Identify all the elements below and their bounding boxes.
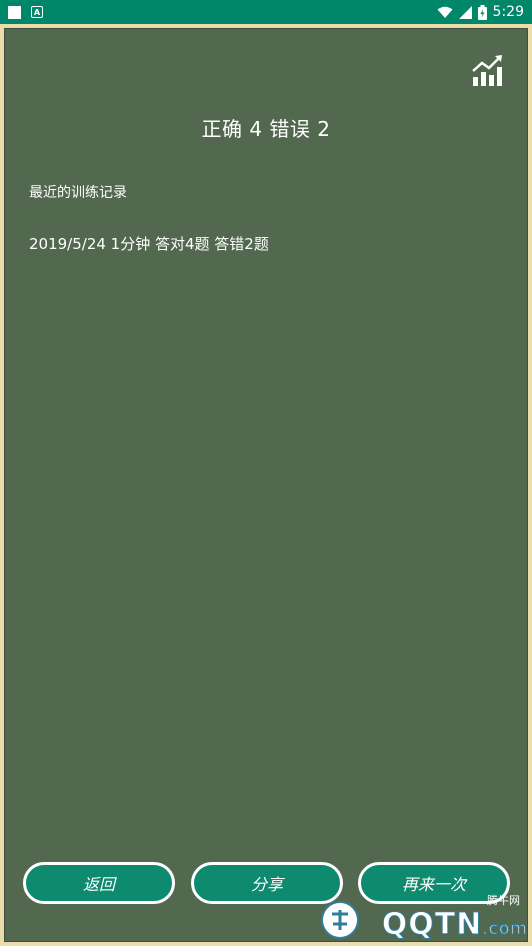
status-bar: A 5:29: [0, 0, 532, 24]
back-button[interactable]: 返回: [23, 862, 175, 904]
watermark-brand-text: QQTN: [381, 907, 483, 943]
chalkboard: 正确 4 错误 2 最近的训练记录 2019/5/24 1分钟 答对4题 答错2…: [4, 28, 528, 942]
watermark: 腾牛网 QQTN.com: [318, 892, 528, 943]
status-time: 5:29: [492, 4, 524, 20]
stats-chart-icon[interactable]: [471, 53, 505, 87]
watermark-cn: 腾牛网: [487, 894, 520, 907]
signal-icon: [458, 5, 472, 19]
status-right: 5:29: [437, 4, 524, 20]
status-left: A: [8, 5, 43, 19]
watermark-logo-icon: [321, 901, 359, 939]
score-title: 正确 4 错误 2: [201, 117, 331, 141]
recent-records-label: 最近的训练记录: [29, 185, 127, 201]
battery-icon: [477, 4, 487, 20]
board-frame: 正确 4 错误 2 最近的训练记录 2019/5/24 1分钟 答对4题 答错2…: [0, 24, 532, 946]
wifi-icon: [437, 6, 453, 18]
notification-app-icon: A: [31, 6, 43, 18]
notification-letter: A: [33, 7, 41, 17]
watermark-suffix: .com: [482, 919, 528, 940]
record-item: 2019/5/24 1分钟 答对4题 答错2题: [29, 235, 269, 253]
watermark-brand: QQTN.com: [381, 907, 528, 943]
notification-square-icon: [8, 5, 21, 19]
